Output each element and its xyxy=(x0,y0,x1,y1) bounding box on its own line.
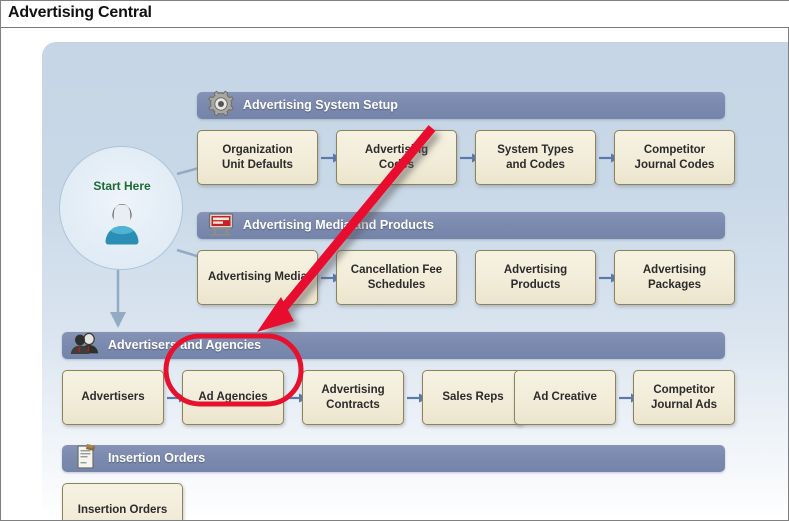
box-label: Advertising Contracts xyxy=(321,383,385,411)
box-label: Competitor Journal Ads xyxy=(650,383,718,411)
diagram-canvas: Start Here Advertising System Setup Orga… xyxy=(2,29,788,520)
start-here-label: Start Here xyxy=(93,179,151,193)
box-advertising-contracts[interactable]: Advertising Contracts xyxy=(302,370,404,425)
billboard-icon xyxy=(208,213,234,236)
start-down-arrow xyxy=(110,270,126,328)
box-label: Cancellation Fee Schedules xyxy=(350,263,443,291)
start-here-node: Start Here xyxy=(59,146,183,270)
box-label: Sales Reps xyxy=(442,391,504,404)
box-label: Organization Unit Defaults xyxy=(222,143,293,171)
section-header-advertising-system-setup[interactable]: Advertising System Setup xyxy=(197,90,725,119)
box-competitor-journal-codes[interactable]: Competitor Journal Codes xyxy=(614,130,735,185)
person-icon xyxy=(105,204,139,245)
section-header-insertion-orders[interactable]: Insertion Orders xyxy=(62,444,725,472)
box-label: Ad Agencies xyxy=(198,391,268,404)
box-advertising-products[interactable]: Advertising Products xyxy=(475,250,596,305)
gear-icon xyxy=(208,90,234,117)
box-advertising-media[interactable]: Advertising Media xyxy=(197,250,318,305)
box-label: Insertion Orders xyxy=(77,504,168,517)
box-ad-agencies[interactable]: Ad Agencies xyxy=(182,370,284,425)
box-advertisers[interactable]: Advertisers xyxy=(62,370,164,425)
box-label: Advertisers xyxy=(81,391,145,404)
advertising-central-panel: Start Here Advertising System Setup Orga… xyxy=(42,42,788,520)
box-competitor-journal-ads[interactable]: Competitor Journal Ads xyxy=(633,370,735,425)
box-advertising-packages[interactable]: Advertising Packages xyxy=(614,250,735,305)
box-label: Ad Creative xyxy=(533,391,597,404)
section-label: Advertising Media and Products xyxy=(243,218,435,232)
box-label: Advertising Packages xyxy=(642,263,707,291)
section-label: Advertising System Setup xyxy=(243,98,398,112)
people-icon xyxy=(70,332,99,354)
box-advertising-codes[interactable]: Advertising Codes xyxy=(336,130,457,185)
box-sales-reps[interactable]: Sales Reps xyxy=(422,370,524,425)
box-label: Advertising Codes xyxy=(364,143,429,171)
section-label: Advertisers and Agencies xyxy=(108,338,262,352)
section-header-advertisers-and-agencies[interactable]: Advertisers and Agencies xyxy=(62,332,725,359)
box-label: Advertising Media xyxy=(207,271,308,284)
window-titlebar: Advertising Central xyxy=(1,1,789,28)
box-ad-creative[interactable]: Ad Creative xyxy=(514,370,616,425)
section-header-advertising-media-and-products[interactable]: Advertising Media and Products xyxy=(197,212,725,239)
box-insertion-orders[interactable]: Insertion Orders xyxy=(62,483,183,520)
document-icon xyxy=(77,444,95,469)
box-label: Advertising Products xyxy=(503,263,568,291)
box-organization-unit-defaults[interactable]: Organization Unit Defaults xyxy=(197,130,318,185)
box-label: System Types and Codes xyxy=(497,143,574,171)
section-label: Insertion Orders xyxy=(108,451,206,465)
box-system-types-and-codes[interactable]: System Types and Codes xyxy=(475,130,596,185)
box-label: Competitor Journal Codes xyxy=(634,143,715,171)
page-title: Advertising Central xyxy=(8,4,152,21)
box-cancellation-fee-schedules[interactable]: Cancellation Fee Schedules xyxy=(336,250,457,305)
application-window: Advertising Central Start Here Advertisi… xyxy=(0,0,789,521)
